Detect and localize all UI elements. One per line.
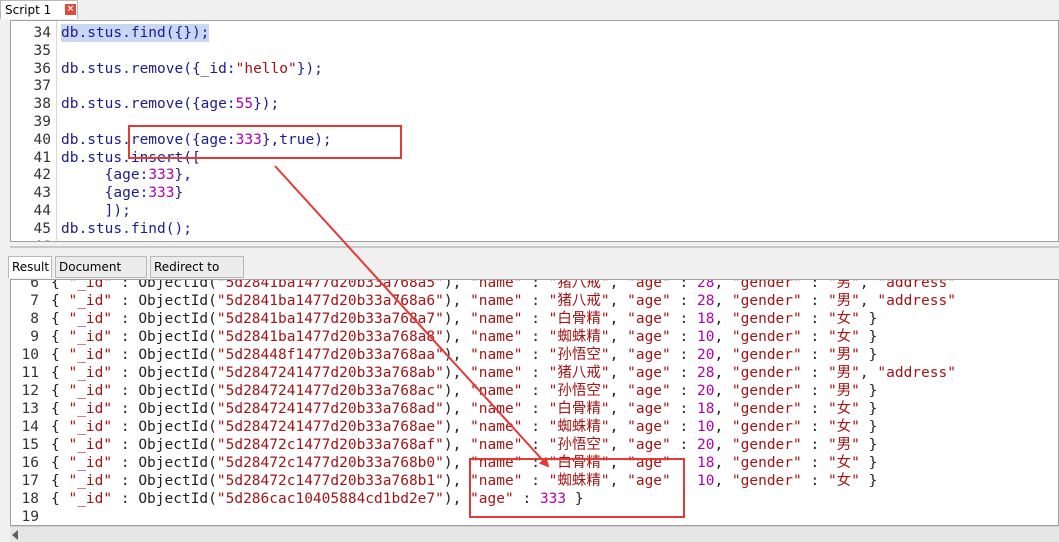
code-text: db.stus.remove({age:55}); bbox=[61, 96, 280, 113]
line-number: 41 bbox=[33, 149, 51, 166]
result-text: { "_id" : ObjectId("5d28448f1477d20b33a7… bbox=[51, 347, 878, 363]
script-tabbar: Script 1 × bbox=[0, 0, 1059, 20]
result-text: { "_id" : ObjectId("5d28472c1477d20b33a7… bbox=[51, 437, 878, 453]
result-text: { "_id" : ObjectId("5d2847241477d20b33a7… bbox=[51, 419, 878, 435]
result-tabbar: Result Document view Redirect to File bbox=[8, 256, 1059, 294]
result-text: { "_id" : ObjectId("5d2841ba1477d20b33a7… bbox=[51, 279, 956, 291]
result-line-number: 18 bbox=[21, 491, 39, 507]
line-number: 34 bbox=[33, 25, 51, 41]
result-line-number: 13 bbox=[21, 401, 39, 417]
close-icon[interactable]: × bbox=[65, 4, 76, 15]
line-number: 35 bbox=[33, 42, 51, 59]
pane-splitter[interactable] bbox=[0, 242, 1059, 256]
line-number: 38 bbox=[33, 96, 51, 113]
result-line-number: 6 bbox=[30, 279, 39, 291]
line-number: 37 bbox=[33, 78, 51, 95]
result-line-number: 16 bbox=[21, 455, 39, 471]
code-text: db.stus.find(); bbox=[61, 220, 192, 237]
script-tab[interactable]: Script 1 × bbox=[0, 0, 78, 19]
line-number: 42 bbox=[33, 167, 51, 184]
result-line-number: 7 bbox=[30, 293, 39, 309]
result-line-number: 10 bbox=[21, 347, 39, 363]
line-number: 43 bbox=[33, 185, 51, 202]
code-text: ]); bbox=[61, 203, 131, 219]
line-number: 36 bbox=[33, 60, 51, 77]
result-line-number: 8 bbox=[30, 311, 39, 327]
code-text: {age:333} bbox=[61, 185, 184, 202]
code-text: {age:333}, bbox=[61, 167, 192, 184]
horizontal-scrollbar[interactable] bbox=[10, 526, 1059, 542]
result-text: { "_id" : ObjectId("5d2841ba1477d20b33a7… bbox=[51, 293, 956, 309]
result-line-number: 12 bbox=[21, 383, 39, 399]
result-line-number: 19 bbox=[21, 509, 39, 525]
result-line-number: 17 bbox=[21, 473, 39, 489]
code-text: db.stus.find({}); bbox=[61, 24, 210, 42]
result-text: { "_id" : ObjectId("5d2847241477d20b33a7… bbox=[51, 383, 878, 399]
line-number: 45 bbox=[33, 220, 51, 237]
tab-redirect-to-file[interactable]: Redirect to File bbox=[150, 256, 244, 294]
result-text: { "_id" : ObjectId("5d2841ba1477d20b33a7… bbox=[51, 329, 878, 345]
line-number: 44 bbox=[33, 203, 51, 219]
annotation-box-result bbox=[469, 458, 685, 518]
scroll-left-arrow-icon[interactable] bbox=[12, 530, 18, 540]
annotation-box-remove bbox=[128, 125, 402, 159]
result-text: { "_id" : ObjectId("5d2847241477d20b33a7… bbox=[51, 401, 878, 417]
result-line-number: 9 bbox=[30, 329, 39, 345]
result-line-number: 14 bbox=[21, 419, 39, 435]
line-number: 39 bbox=[33, 114, 51, 130]
result-line-number: 15 bbox=[21, 437, 39, 453]
splitter-line bbox=[10, 246, 1059, 248]
tab-document-view[interactable]: Document view bbox=[55, 256, 147, 294]
result-text: { "_id" : ObjectId("5d28472c1477d20b33a7… bbox=[51, 473, 878, 489]
result-text: { "_id" : ObjectId("5d28472c1477d20b33a7… bbox=[51, 455, 878, 471]
tab-result[interactable]: Result bbox=[8, 256, 52, 278]
result-text: { "_id" : ObjectId("5d2847241477d20b33a7… bbox=[51, 365, 956, 381]
result-text: { "_id" : ObjectId("5d2841ba1477d20b33a7… bbox=[51, 311, 878, 327]
script-tab-label: Script 1 bbox=[5, 3, 52, 17]
code-text: db.stus.remove({_id:"hello"}); bbox=[61, 60, 323, 77]
result-line-number: 11 bbox=[21, 365, 39, 381]
line-number: 40 bbox=[33, 131, 51, 148]
